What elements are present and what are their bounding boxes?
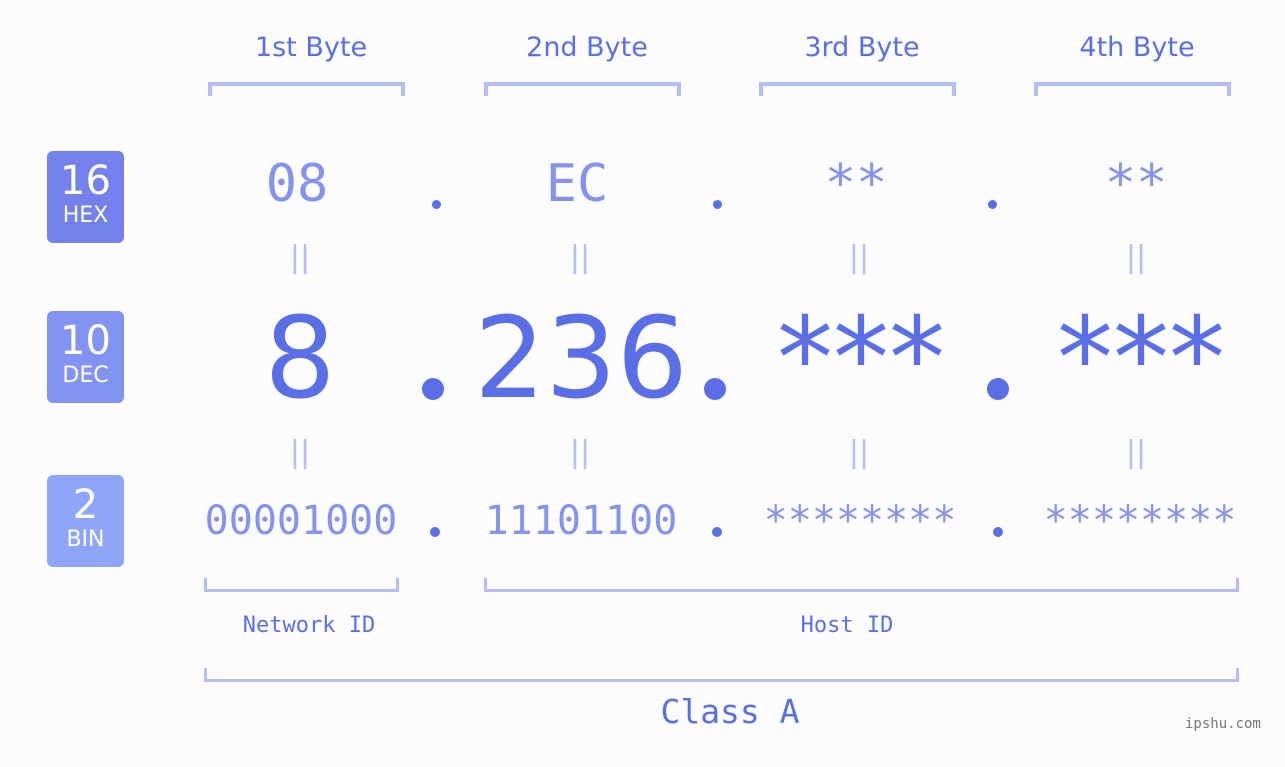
bin-value-4: ******** [1043, 498, 1237, 544]
watermark: ipshu.com [1185, 716, 1261, 732]
bin-separator-dot-1 [430, 527, 440, 537]
hex-value-4: ** [1104, 154, 1168, 214]
equals-hex-dec-2: || [569, 240, 591, 275]
dec-badge: 10 DEC [47, 311, 124, 403]
bin-separator-dot-3 [993, 527, 1003, 537]
class-label: Class A [660, 692, 800, 731]
dec-value-3: *** [777, 294, 945, 424]
dec-value-4: *** [1057, 294, 1225, 424]
dec-value-2: 236 [474, 294, 688, 424]
byte-bracket-2 [484, 82, 681, 96]
dec-separator-dot-1 [422, 378, 444, 400]
hex-badge: 16 HEX [47, 151, 124, 243]
equals-dec-bin-1: || [289, 435, 311, 470]
byte-header-1: 1st Byte [254, 32, 368, 63]
equals-hex-dec-4: || [1125, 240, 1147, 275]
dec-badge-label: DEC [62, 363, 109, 388]
bin-badge-label: BIN [66, 527, 105, 552]
hex-separator-dot-2 [713, 200, 722, 209]
hex-badge-number: 16 [60, 158, 111, 204]
bin-badge-number: 2 [72, 482, 99, 528]
hex-value-2: EC [545, 154, 609, 214]
dec-badge-number: 10 [60, 318, 111, 364]
byte-header-3: 3rd Byte [804, 32, 920, 63]
hex-separator-dot-1 [432, 200, 441, 209]
hex-separator-dot-3 [988, 200, 997, 209]
equals-dec-bin-3: || [848, 435, 870, 470]
dec-value-1: 8 [264, 294, 336, 424]
equals-dec-bin-4: || [1125, 435, 1147, 470]
equals-hex-dec-1: || [289, 240, 311, 275]
byte-bracket-1 [208, 82, 405, 96]
bin-value-1: 00001000 [204, 498, 398, 544]
dec-separator-dot-2 [704, 378, 726, 400]
bin-badge: 2 BIN [47, 475, 124, 567]
hex-value-3: ** [824, 154, 888, 214]
host-id-label: Host ID [800, 613, 894, 638]
equals-hex-dec-3: || [848, 240, 870, 275]
byte-header-4: 4th Byte [1079, 32, 1195, 63]
byte-bracket-3 [759, 82, 956, 96]
host-id-bracket [484, 578, 1239, 592]
byte-header-2: 2nd Byte [526, 32, 648, 63]
equals-dec-bin-2: || [569, 435, 591, 470]
bin-value-2: 11101100 [484, 498, 678, 544]
hex-value-1: 08 [265, 154, 329, 214]
bin-separator-dot-2 [712, 527, 722, 537]
network-id-bracket [204, 578, 399, 592]
class-bracket [204, 668, 1239, 682]
bin-value-3: ******** [763, 498, 957, 544]
dec-separator-dot-3 [987, 378, 1009, 400]
byte-bracket-4 [1034, 82, 1231, 96]
hex-badge-label: HEX [62, 203, 109, 228]
network-id-label: Network ID [242, 613, 376, 638]
